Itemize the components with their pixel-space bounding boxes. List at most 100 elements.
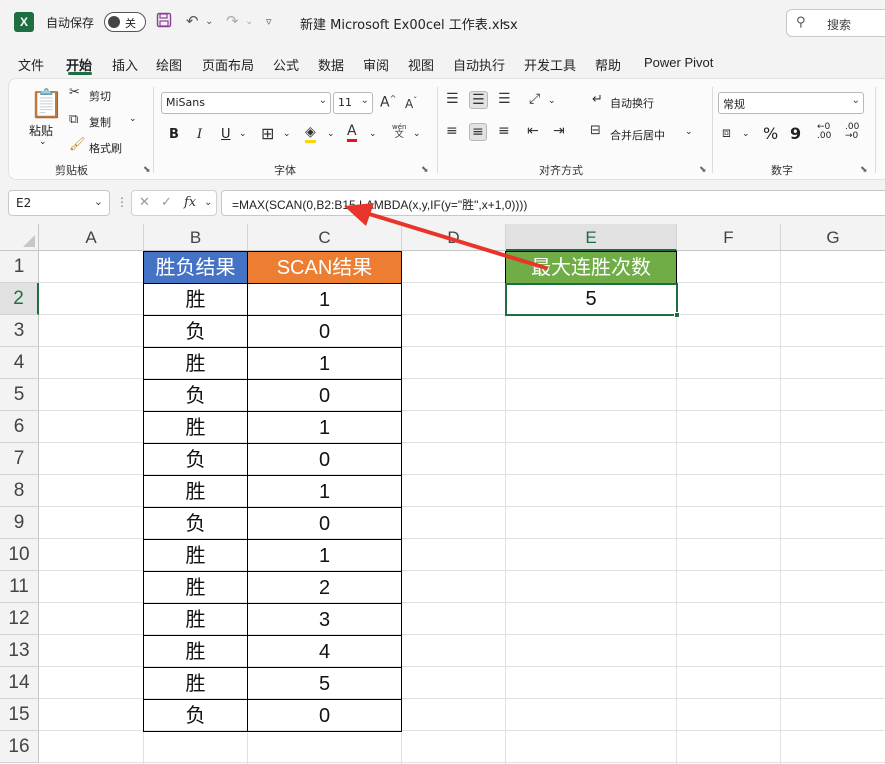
cell-c15[interactable]: 0: [247, 699, 402, 732]
cell-b9[interactable]: 负: [143, 507, 248, 540]
row-header-8[interactable]: 8: [0, 475, 39, 507]
align-left-icon[interactable]: ≡: [446, 123, 458, 139]
cell-b10[interactable]: 胜: [143, 539, 248, 572]
search-input[interactable]: 搜索: [827, 16, 851, 33]
cell-b15[interactable]: 负: [143, 699, 248, 732]
customize-toolbar-icon[interactable]: ▿: [266, 15, 272, 28]
phonetic-dropdown-icon[interactable]: ⌄: [413, 129, 421, 139]
tab-formulas[interactable]: 公式: [273, 55, 299, 74]
autosave-toggle[interactable]: 关: [104, 12, 146, 32]
insert-function-button[interactable]: fx: [184, 195, 196, 210]
accounting-format-icon[interactable]: ⧈: [722, 125, 731, 141]
column-header-f[interactable]: F: [677, 224, 781, 251]
align-bottom-icon[interactable]: ☰: [498, 91, 511, 107]
cell-b4[interactable]: 胜: [143, 347, 248, 380]
tab-insert[interactable]: 插入: [112, 55, 138, 74]
row-header-10[interactable]: 10: [0, 539, 39, 571]
row-header-14[interactable]: 14: [0, 667, 39, 699]
borders-dropdown-icon[interactable]: ⌄: [283, 129, 291, 139]
cell-c5[interactable]: 0: [247, 379, 402, 412]
row-header-1[interactable]: 1: [0, 251, 39, 283]
worksheet-grid[interactable]: A B C D E F G 1 2 3 4 5 6 7 8 9 10 11 12 13 14 15 16 胜负…: [0, 224, 885, 764]
underline-button[interactable]: U: [221, 127, 231, 142]
cell-c8[interactable]: 1: [247, 475, 402, 508]
document-title[interactable]: 新建 Microsoft Ex00cel 工作表.xlsx: [300, 14, 518, 33]
alignment-launcher-icon[interactable]: ⬊: [699, 165, 707, 175]
decrease-font-icon[interactable]: Aˇ: [405, 96, 417, 111]
tab-automate[interactable]: 自动执行: [453, 55, 505, 74]
percent-style-button[interactable]: %: [763, 124, 778, 143]
cell-c4[interactable]: 1: [247, 347, 402, 380]
title-chevron-down-icon[interactable]: ⌄: [498, 13, 508, 27]
row-header-12[interactable]: 12: [0, 603, 39, 635]
tab-data[interactable]: 数据: [318, 55, 344, 74]
undo-icon[interactable]: ↶: [186, 12, 199, 30]
fill-handle[interactable]: [674, 312, 680, 318]
cell-b1[interactable]: 胜负结果: [143, 251, 248, 284]
cell-b14[interactable]: 胜: [143, 667, 248, 700]
column-header-c[interactable]: C: [248, 224, 402, 251]
column-header-g[interactable]: G: [781, 224, 885, 251]
merge-center-button[interactable]: 合并后居中: [610, 127, 665, 143]
cut-button[interactable]: 剪切: [89, 88, 111, 104]
row-header-5[interactable]: 5: [0, 379, 39, 411]
tab-review[interactable]: 审阅: [363, 55, 389, 74]
tab-file[interactable]: 文件: [18, 55, 44, 74]
formula-input[interactable]: =MAX(SCAN(0,B2:B15,LAMBDA(x,y,IF(y="胜",x…: [221, 190, 885, 216]
align-right-icon[interactable]: ≡: [498, 123, 510, 139]
row-header-6[interactable]: 6: [0, 411, 39, 443]
borders-icon[interactable]: ⊞: [261, 124, 274, 143]
bold-button[interactable]: B: [169, 127, 179, 142]
fill-color-icon[interactable]: ◈: [305, 124, 316, 143]
enter-icon[interactable]: ✓: [161, 195, 172, 210]
cell-b2[interactable]: 胜: [143, 283, 248, 316]
cancel-icon[interactable]: ✕: [139, 195, 150, 210]
decrease-decimal-icon[interactable]: .00 →0: [845, 123, 859, 141]
font-color-icon[interactable]: A: [347, 123, 357, 142]
formula-bar-handle-icon[interactable]: ⋮: [116, 195, 128, 209]
increase-decimal-icon[interactable]: ←0.00: [817, 123, 831, 141]
column-header-b[interactable]: B: [144, 224, 248, 251]
font-size-select[interactable]: 11 ⌄: [333, 92, 373, 114]
row-header-3[interactable]: 3: [0, 315, 39, 347]
redo-dropdown-icon[interactable]: ⌄: [245, 16, 253, 27]
orientation-dropdown-icon[interactable]: ⌄: [548, 96, 556, 106]
cell-b6[interactable]: 胜: [143, 411, 248, 444]
column-header-a[interactable]: A: [39, 224, 144, 251]
save-icon[interactable]: [156, 12, 172, 32]
decrease-indent-icon[interactable]: ⇤: [527, 123, 539, 139]
merge-dropdown-icon[interactable]: ⌄: [685, 127, 693, 137]
row-header-15[interactable]: 15: [0, 699, 39, 731]
undo-dropdown-icon[interactable]: ⌄: [205, 16, 213, 27]
font-launcher-icon[interactable]: ⬊: [421, 165, 429, 175]
cell-c12[interactable]: 3: [247, 603, 402, 636]
cell-b3[interactable]: 负: [143, 315, 248, 348]
select-all-button[interactable]: [0, 224, 39, 251]
row-header-9[interactable]: 9: [0, 507, 39, 539]
cell-b13[interactable]: 胜: [143, 635, 248, 668]
align-top-icon[interactable]: ☰: [446, 91, 459, 107]
row-header-13[interactable]: 13: [0, 635, 39, 667]
cell-c2[interactable]: 1: [247, 283, 402, 316]
increase-font-icon[interactable]: A^: [380, 94, 396, 111]
clipboard-launcher-icon[interactable]: ⬊: [143, 165, 151, 175]
fx-dropdown-icon[interactable]: ⌄: [204, 197, 212, 208]
cell-c1[interactable]: SCAN结果: [247, 251, 402, 284]
tab-help[interactable]: 帮助: [595, 55, 621, 74]
tab-power-pivot[interactable]: Power Pivot: [644, 55, 713, 70]
redo-icon[interactable]: ↷: [226, 12, 239, 30]
cell-c11[interactable]: 2: [247, 571, 402, 604]
phonetic-guide-icon[interactable]: wén 文: [392, 123, 406, 140]
search-box[interactable]: ⚲ 搜索: [786, 9, 885, 37]
copy-button[interactable]: 复制: [89, 114, 111, 130]
cell-b5[interactable]: 负: [143, 379, 248, 412]
cell-c14[interactable]: 5: [247, 667, 402, 700]
cell-c10[interactable]: 1: [247, 539, 402, 572]
comma-style-button[interactable]: 9: [790, 124, 801, 143]
cell-b8[interactable]: 胜: [143, 475, 248, 508]
cell-b7[interactable]: 负: [143, 443, 248, 476]
cell-c13[interactable]: 4: [247, 635, 402, 668]
cell-b12[interactable]: 胜: [143, 603, 248, 636]
paste-dropdown-icon[interactable]: ⌄: [39, 137, 47, 147]
cell-c7[interactable]: 0: [247, 443, 402, 476]
